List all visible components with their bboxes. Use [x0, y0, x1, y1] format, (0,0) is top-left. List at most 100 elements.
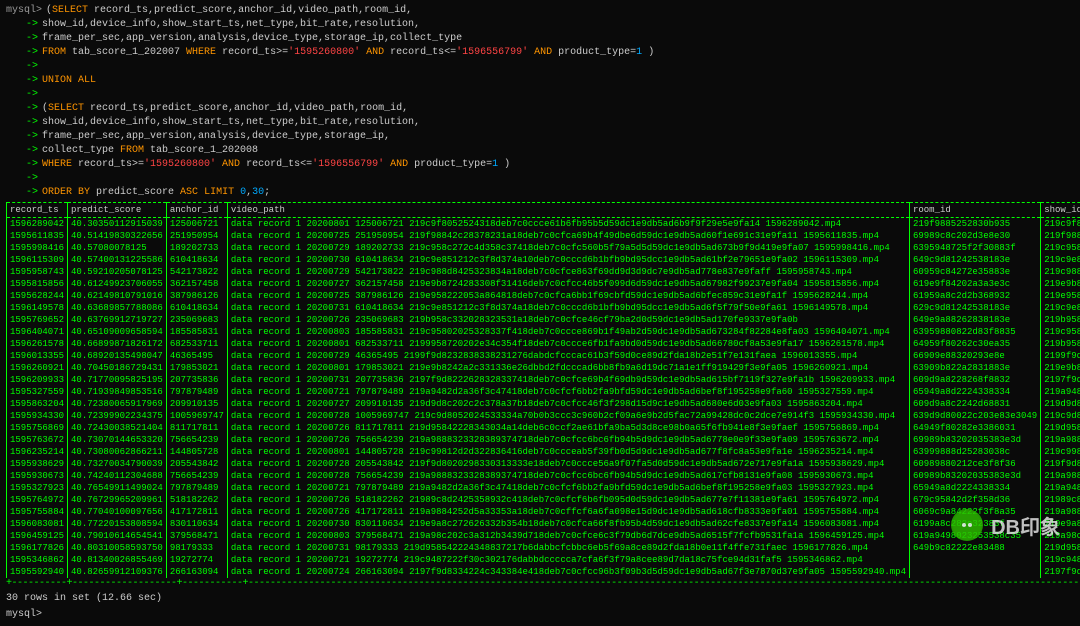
cell: 1595756869: [7, 422, 68, 434]
cell: 219c958c27: [1041, 242, 1080, 254]
continuation-prompt: ->: [6, 144, 38, 158]
table-row: 159532755940.71939849853516797879489data…: [7, 386, 1080, 398]
cell: 1596260921: [7, 362, 68, 374]
cell: 609d9a8228268f8832: [909, 374, 1040, 386]
cell: 219e958220: [1041, 290, 1080, 302]
table-row: 159562824440.62149810791016387986126data…: [7, 290, 1080, 302]
cell: 1595755884: [7, 506, 68, 518]
cell: 219e9b8242: [1041, 362, 1080, 374]
cell: 60989880212ce3f8f36: [909, 458, 1040, 470]
cell: 219c9d8052: [1041, 410, 1080, 422]
cell: 209910135: [166, 398, 227, 410]
row-count-summary: 30 rows in set (12.66 sec): [6, 592, 1074, 606]
cell: data record 1 20200803 185585831 219c958…: [227, 326, 909, 338]
cell: 64949f80282e3386031: [909, 422, 1040, 434]
prompt-ready[interactable]: mysql>: [6, 608, 1074, 622]
cell: data record 1 20200725 387986126 219e958…: [227, 290, 909, 302]
table-row: 159576367240.73070144653320756654239data…: [7, 434, 1080, 446]
table-row: 159626157840.66899871826172682533711data…: [7, 338, 1080, 350]
cell: 40.68920135498047: [68, 350, 167, 362]
table-row: 159614957840.63689857788086610418634data…: [7, 302, 1080, 314]
cell: 40.73270034790039: [68, 458, 167, 470]
cell: 61959a8c2d2b368932: [909, 290, 1040, 302]
cell: 219f98842c: [1041, 230, 1080, 242]
query-line: ->WHERE record_ts>='1595260800' AND reco…: [6, 158, 1074, 172]
cell: 1596261578: [7, 338, 68, 350]
cell: 46365495: [166, 350, 227, 362]
table-row: 159601335540.6892013549804746365495data …: [7, 350, 1080, 362]
cell: 1595958743: [7, 266, 68, 278]
cell: 1596235214: [7, 446, 68, 458]
table-row: 159561183540.51419830322656251950954data…: [7, 230, 1080, 242]
cell: 251950954: [166, 230, 227, 242]
cell: 1596459125: [7, 530, 68, 542]
table-row: 159575588440.77040100097656417172811data…: [7, 506, 1080, 518]
cell: 40.66899871826172: [68, 338, 167, 350]
cell: 40.73070144653320: [68, 434, 167, 446]
cell: 387986126: [166, 290, 227, 302]
result-table: record_tspredict_scoreanchor_idvideo_pat…: [6, 202, 1080, 578]
terminal-output: mysql>(SELECT record_ts,predict_score,an…: [0, 0, 1080, 626]
cell: 1595628244: [7, 290, 68, 302]
query-line: ->: [6, 172, 1074, 186]
table-row: 159593862940.73270034790039205543842data…: [7, 458, 1080, 470]
query-line: ->(SELECT record_ts,predict_score,anchor…: [6, 102, 1074, 116]
cell: data record 1 20200801 125006721 219c9f8…: [227, 218, 909, 231]
cell: 185585831: [166, 326, 227, 338]
cell: 40.63689857788086: [68, 302, 167, 314]
mysql-prompt: mysql>: [6, 4, 42, 18]
cell: 639d9d80022c203e83e3049: [909, 410, 1040, 422]
cell: 219a988832: [1041, 470, 1080, 482]
cell: data record 1 20200730 830110634 219e9a8…: [227, 518, 909, 530]
cell: 1596149578: [7, 302, 68, 314]
query-line: ->show_id,device_info,show_start_ts,net_…: [6, 18, 1074, 32]
cell: [909, 554, 1040, 566]
cell: 40.30350112915039: [68, 218, 167, 231]
cell: 40.76729965209961: [68, 494, 167, 506]
table-row: 159532792340.76549911499024797879489data…: [7, 482, 1080, 494]
cell: 219c958020: [1041, 326, 1080, 338]
cell: 219e9b8724: [1041, 278, 1080, 290]
cell: data record 1 20200729 542173822 219c988…: [227, 266, 909, 278]
cell: data record 1 20200726 756654239 219a988…: [227, 434, 909, 446]
cell: 40.59210205078125: [68, 266, 167, 278]
cell: data record 1 20200721 19272774 219c9487…: [227, 554, 909, 566]
table-row: 159559294040.82659912109376266163094data…: [7, 566, 1080, 578]
cell: 219b958770: [1041, 338, 1080, 350]
table-row: 159576497240.76729965209961518182262data…: [7, 494, 1080, 506]
cell: 65949a8d2224338334: [909, 482, 1040, 494]
cell: 1596209933: [7, 374, 68, 386]
cell: 1595815856: [7, 278, 68, 290]
cell: 619e9f84202a3a3e3c: [909, 278, 1040, 290]
cell: 40.74240112304688: [68, 470, 167, 482]
table-row: 159617782640.8031005859375098179333data …: [7, 542, 1080, 554]
wechat-icon: [951, 509, 983, 541]
continuation-prompt: ->: [6, 116, 38, 130]
cell: 1596177826: [7, 542, 68, 554]
cell: data record 1 20200729 189202733 219c958…: [227, 242, 909, 254]
cell: 40.62149810791016: [68, 290, 167, 302]
cell: 40.80310058593750: [68, 542, 167, 554]
cell: data record 1 20200727 362157458 219e9b8…: [227, 278, 909, 290]
cell: data record 1 20200726 518182262 21989c8…: [227, 494, 909, 506]
continuation-prompt: ->: [6, 186, 38, 200]
continuation-prompt: ->: [6, 102, 38, 116]
cell: 21989c8d24: [1041, 494, 1080, 506]
cell: data record 1 20200730 610418634 219c9e8…: [227, 254, 909, 266]
cell: data record 1 20200801 179853021 219e9b8…: [227, 362, 909, 374]
cell: 2197f9d833: [1041, 566, 1080, 578]
cell: data record 1 20200728 756654239 219a988…: [227, 470, 909, 482]
cell: data record 1 20200801 682533711 2199958…: [227, 338, 909, 350]
cell: 40.76549911499024: [68, 482, 167, 494]
cell: 1596083081: [7, 518, 68, 530]
cell: 179853021: [166, 362, 227, 374]
cell: 40.71939849853516: [68, 386, 167, 398]
cell: 1595934330: [7, 410, 68, 422]
table-row: 159620993340.71770095825195207735836data…: [7, 374, 1080, 386]
cell: 756654239: [166, 470, 227, 482]
cell: data record 1 20200721 797879489 219a948…: [227, 482, 909, 494]
cell: data record 1 20200725 251950954 219f988…: [227, 230, 909, 242]
cell: 219a988832: [1041, 434, 1080, 446]
cell: 417172811: [166, 506, 227, 518]
table-row: 159623521440.73080062866211144805728data…: [7, 446, 1080, 458]
